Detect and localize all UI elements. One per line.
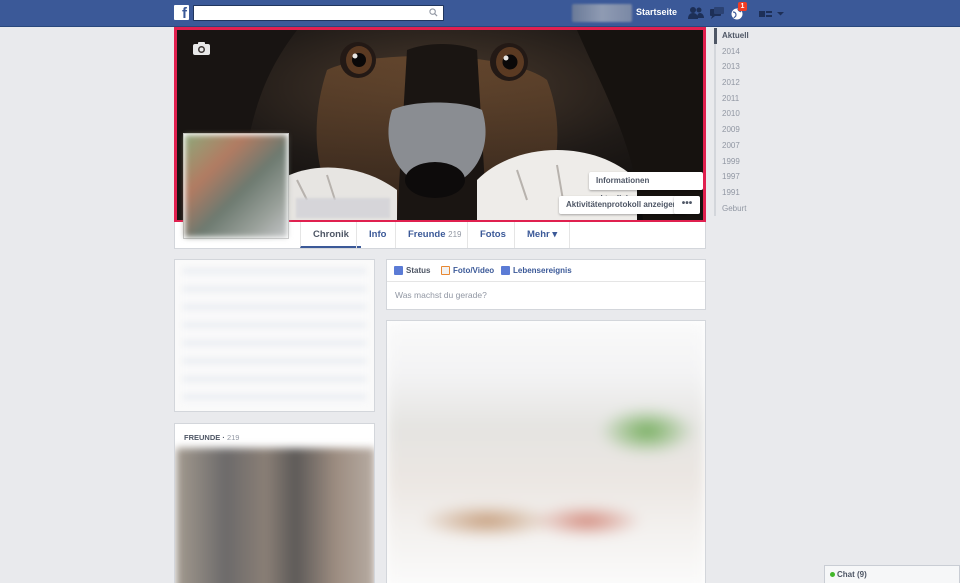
year-link[interactable]: 1991	[716, 185, 774, 201]
tab-label: Info	[369, 229, 387, 240]
tab-label: Chronik	[313, 229, 349, 240]
messages-icon[interactable]	[709, 6, 725, 20]
update-info-button[interactable]: Informationen aktualisieren	[589, 172, 703, 203]
notification-badge: 1	[738, 2, 747, 11]
friends-count: 219	[448, 230, 462, 239]
profile-picture-image	[185, 135, 287, 237]
tab-more[interactable]: Mehr ▾	[514, 222, 571, 248]
friends-box: Freunde · 219	[174, 423, 375, 583]
friend-requests-icon[interactable]	[688, 6, 704, 20]
chat-label: Chat (9)	[837, 570, 867, 579]
top-navigation-bar: f Startseite 1	[0, 0, 960, 27]
year-link[interactable]: Geburt	[716, 201, 774, 217]
tab-photos[interactable]: Fotos	[467, 222, 518, 248]
more-options-button[interactable]: •••	[674, 196, 700, 214]
search-box[interactable]	[193, 5, 444, 21]
year-link[interactable]: 2014	[716, 44, 774, 60]
profile-shortcut[interactable]	[572, 4, 632, 22]
chat-bar[interactable]: Chat (9)	[824, 565, 960, 583]
composer-input[interactable]: Was machst du gerade?	[395, 290, 487, 300]
year-link[interactable]: 2009	[716, 122, 774, 138]
friends-box-count: 219	[226, 433, 240, 442]
composer-status-tab[interactable]: Status	[394, 266, 430, 275]
search-icon[interactable]	[429, 8, 438, 17]
year-link[interactable]: 2011	[716, 91, 774, 107]
composer-tabs: Status Foto/Video Lebensereignis	[387, 260, 705, 282]
camera-icon[interactable]	[193, 41, 210, 55]
post-composer: Status Foto/Video Lebensereignis Was mac…	[386, 259, 706, 310]
online-indicator-icon	[830, 572, 835, 577]
profile-picture[interactable]	[183, 133, 289, 239]
tab-friends[interactable]: Freunde 219	[395, 222, 473, 248]
view-activity-log-button[interactable]: Aktivitätenprotokoll anzeigen	[559, 196, 685, 214]
friends-box-header[interactable]: Freunde · 219	[184, 433, 239, 442]
year-link[interactable]: 2012	[716, 75, 774, 91]
search-input[interactable]	[194, 6, 419, 20]
friends-photo-grid-redacted	[176, 448, 374, 583]
tab-timeline[interactable]: Chronik	[300, 222, 361, 248]
photo-icon	[441, 266, 450, 275]
composer-photo-label: Foto/Video	[453, 266, 495, 275]
year-link[interactable]: 1999	[716, 154, 774, 170]
year-link[interactable]: 2013	[716, 59, 774, 75]
tab-label: Fotos	[480, 229, 506, 240]
timeline-year-scrubber: Aktuell 2014 2013 2012 2011 2010 2009 20…	[714, 28, 774, 217]
profile-name-redacted	[296, 198, 390, 218]
composer-event-label: Lebensereignis	[513, 266, 572, 275]
tab-label: Mehr ▾	[527, 229, 558, 240]
friends-box-title: Freunde	[184, 433, 221, 442]
year-link[interactable]: 2007	[716, 138, 774, 154]
composer-status-label: Status	[406, 266, 431, 275]
timeline-post-redacted	[386, 320, 706, 583]
flag-icon	[501, 266, 510, 275]
year-link[interactable]: 2010	[716, 106, 774, 122]
tab-label: Freunde	[408, 229, 446, 240]
intro-box-redacted	[174, 259, 375, 412]
account-menu-chevron-icon[interactable]	[776, 6, 785, 20]
home-link[interactable]: Startseite	[636, 7, 677, 17]
year-link[interactable]: 1997	[716, 169, 774, 185]
privacy-shortcuts-icon[interactable]	[758, 6, 774, 20]
pencil-icon	[394, 266, 403, 275]
composer-life-event-tab[interactable]: Lebensereignis	[501, 266, 572, 275]
year-link[interactable]: Aktuell	[714, 28, 774, 44]
tab-about[interactable]: Info	[356, 222, 398, 248]
composer-photo-tab[interactable]: Foto/Video	[441, 266, 494, 275]
facebook-logo[interactable]: f	[174, 5, 189, 20]
